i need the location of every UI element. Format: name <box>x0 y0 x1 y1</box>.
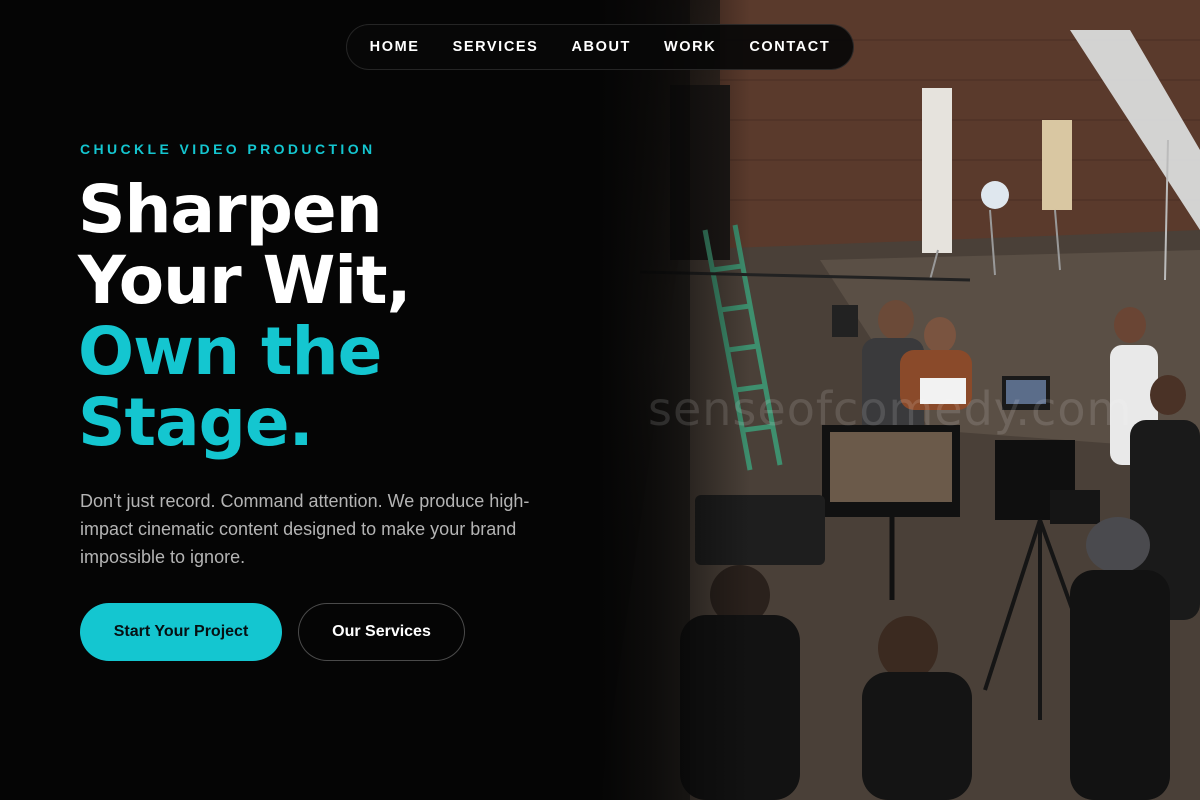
headline-line-4: Stage. <box>78 384 314 461</box>
nav-item-contact[interactable]: CONTACT <box>749 39 830 55</box>
nav-item-about[interactable]: ABOUT <box>571 39 631 55</box>
headline-line-1: Sharpen <box>78 171 383 248</box>
hero-eyebrow: CHUCKLE VIDEO PRODUCTION <box>80 141 376 157</box>
nav-item-home[interactable]: HOME <box>370 39 420 55</box>
nav-item-work[interactable]: WORK <box>664 39 716 55</box>
start-project-button[interactable]: Start Your Project <box>80 603 282 661</box>
our-services-button[interactable]: Our Services <box>298 603 465 661</box>
main-nav: HOME SERVICES ABOUT WORK CONTACT <box>346 24 854 70</box>
hero-description: Don't just record. Command attention. We… <box>80 491 530 567</box>
hero-headline: Sharpen Your Wit, Own the Stage. <box>78 171 412 461</box>
nav-item-services[interactable]: SERVICES <box>453 39 539 55</box>
image-watermark: senseofcomedy.com <box>648 382 1133 436</box>
headline-line-2: Your Wit, <box>78 242 412 319</box>
headline-line-3: Own the <box>78 313 382 390</box>
